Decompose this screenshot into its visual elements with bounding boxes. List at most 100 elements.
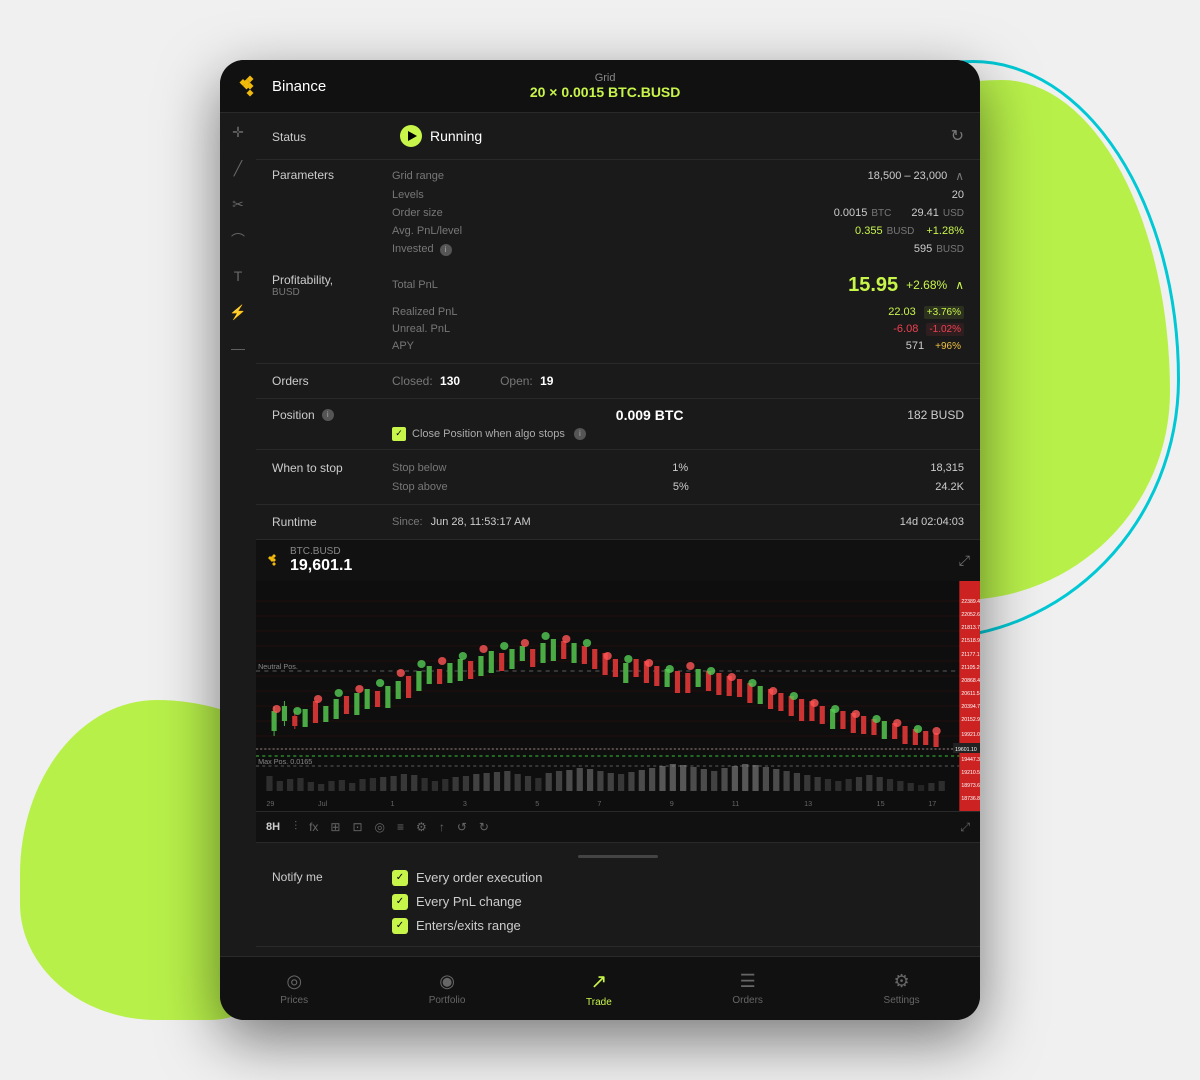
chart-svg: Neutral Pos. Max Pos. 0.0165	[256, 581, 980, 811]
curve-tool[interactable]: ⌒	[227, 229, 249, 251]
notify-check-2[interactable]: ✓	[392, 894, 408, 910]
unrealized-pnl-row: Unreal. PnL -6.08 -1.02%	[392, 321, 964, 338]
stop-above-content: Stop above 5% 24.2K	[392, 481, 964, 493]
chart-body: Neutral Pos. Max Pos. 0.0165	[256, 581, 980, 811]
position-section: Position i 0.009 BTC 182 BUSD ✓ Close Po…	[256, 399, 980, 450]
orders-nav-icon: ☰	[740, 971, 756, 992]
indicators-icon[interactable]: ⫶	[294, 819, 297, 834]
crosshair-tool[interactable]: ✛	[227, 121, 249, 143]
order-size-usd: 29.41	[911, 207, 939, 219]
position-label: Position i	[272, 408, 392, 422]
settings-chart-icon[interactable]: ⚙	[416, 820, 427, 834]
refresh-icon[interactable]: ↻	[951, 126, 964, 146]
open-orders-label: Open:	[500, 374, 533, 388]
levels-row: Levels 20	[392, 186, 964, 204]
notify-check-3[interactable]: ✓	[392, 918, 408, 934]
chart-toolbar-tools: ⫶ fx ⊞ ⊡ ◎ ≡ ⚙ ↑ ↺ ↻	[294, 819, 489, 834]
crosshair-chart-icon[interactable]: ⊞	[330, 820, 340, 834]
chart-expand-icon[interactable]: ⤢	[959, 552, 970, 569]
realized-label: Realized PnL	[392, 306, 457, 318]
close-position-check[interactable]: ✓	[392, 427, 406, 441]
exchange-name: Binance	[272, 78, 326, 95]
stop-below-content: Stop below 1% 18,315	[392, 462, 964, 474]
play-triangle	[408, 131, 417, 141]
stop-below-value: 18,315	[914, 462, 964, 474]
grid-range-row: Grid range 18,500 – 23,000 ∧	[392, 166, 964, 186]
text-tool[interactable]: T	[227, 265, 249, 287]
open-orders-value: 19	[540, 374, 553, 388]
trade-label: Trade	[586, 997, 612, 1008]
notify-check-1[interactable]: ✓	[392, 870, 408, 886]
redo-icon[interactable]: ↻	[479, 820, 489, 834]
svg-text:Max Pos. 0.0165: Max Pos. 0.0165	[258, 758, 312, 766]
share-icon[interactable]: ↑	[439, 820, 445, 834]
stop-below-pct: 1%	[660, 462, 700, 474]
app-container: Binance Grid 20 × 0.0015 BTC.BUSD ✛ ╱ ✂ …	[220, 60, 980, 1020]
portfolio-label: Portfolio	[429, 995, 466, 1006]
binance-logo-icon	[236, 72, 264, 100]
scissors-tool[interactable]: ✂	[227, 193, 249, 215]
nav-orders[interactable]: ☰ Orders	[716, 967, 779, 1010]
total-pnl-value: 15.95	[848, 274, 898, 297]
nav-prices[interactable]: ◎ Prices	[264, 967, 324, 1010]
avg-pnl-label: Avg. PnL/level	[392, 225, 462, 237]
svg-text:20868.42: 20868.42	[961, 678, 980, 684]
total-pnl-label: Total PnL	[392, 279, 438, 291]
nav-portfolio[interactable]: ◉ Portfolio	[413, 967, 482, 1010]
nav-settings[interactable]: ⚙ Settings	[868, 967, 936, 1010]
when-to-stop-section: When to stop Stop below 1% 18,315 Stop a…	[256, 450, 980, 505]
notify-item-2: ✓ Every PnL change	[392, 894, 542, 910]
notify-item-3: ✓ Enters/exits range	[392, 918, 542, 934]
avg-pnl-unit: BUSD	[887, 226, 915, 237]
svg-text:19447.37: 19447.37	[961, 757, 980, 763]
layers-icon[interactable]: ≡	[397, 820, 404, 834]
timeframe-button[interactable]: 8H	[266, 821, 280, 833]
scroll-bar	[578, 855, 658, 858]
svg-text:13: 13	[804, 800, 812, 808]
measure-tool[interactable]: ⚡	[227, 301, 249, 323]
when-to-stop-label: When to stop	[272, 461, 392, 475]
grid-range-label: Grid range	[392, 170, 444, 182]
stop-above-label: Stop above	[392, 481, 448, 493]
header-pair: 20 × 0.0015 BTC.BUSD	[530, 84, 681, 100]
fx-tool[interactable]: fx	[309, 820, 318, 834]
svg-text:7: 7	[597, 800, 601, 808]
apy-label: APY	[392, 340, 414, 352]
notify-text-2: Every PnL change	[416, 894, 522, 909]
magnet-tool[interactable]: —	[227, 337, 249, 359]
status-left: Status Running	[272, 125, 482, 147]
header: Binance Grid 20 × 0.0015 BTC.BUSD	[220, 60, 980, 113]
header-center: Grid 20 × 0.0015 BTC.BUSD	[530, 72, 681, 100]
prices-icon: ◎	[286, 971, 302, 992]
orders-content: Closed: 130 Open: 19	[392, 374, 553, 388]
svg-text:21518.99: 21518.99	[961, 638, 980, 644]
chart-section: BTC.BUSD 19,601.1 ⤢	[256, 540, 980, 843]
fullscreen-icon[interactable]: ⤢	[960, 820, 970, 834]
svg-text:3: 3	[463, 800, 467, 808]
svg-text:15: 15	[877, 800, 885, 808]
screenshot-icon[interactable]: ⊡	[352, 820, 362, 834]
notify-item-1: ✓ Every order execution	[392, 870, 542, 886]
closed-orders-label: Closed:	[392, 374, 433, 388]
profitability-label: Profitability,	[272, 273, 392, 287]
content-area: ✛ ╱ ✂ ⌒ T ⚡ — Status Running ↻	[220, 113, 980, 956]
bottom-nav: ◎ Prices ◉ Portfolio ↗ Trade ☰ Orders ⚙ …	[220, 956, 980, 1020]
svg-text:17: 17	[928, 800, 936, 808]
main-panel: Status Running ↻ Parameters Grid range	[256, 113, 980, 956]
realized-pct: +3.76%	[924, 306, 964, 319]
undo-icon[interactable]: ↺	[457, 820, 467, 834]
svg-text:Jul: Jul	[318, 800, 328, 808]
chart-toolbar-right: ⤢	[960, 818, 970, 836]
stop-below-label: Stop below	[392, 462, 446, 474]
invested-unit: BUSD	[936, 244, 964, 255]
notify-label: Notify me	[272, 870, 392, 884]
apy-value: 571	[906, 340, 924, 352]
nav-trade[interactable]: ↗ Trade	[570, 965, 628, 1012]
line-tool[interactable]: ╱	[227, 157, 249, 179]
parameters-label: Parameters	[272, 166, 392, 182]
svg-text:1: 1	[390, 800, 394, 808]
notify-text-3: Enters/exits range	[416, 918, 521, 933]
eye-icon[interactable]: ◎	[375, 820, 385, 834]
apy-pct: +96%	[932, 340, 964, 353]
svg-text:19921.05: 19921.05	[961, 732, 980, 738]
